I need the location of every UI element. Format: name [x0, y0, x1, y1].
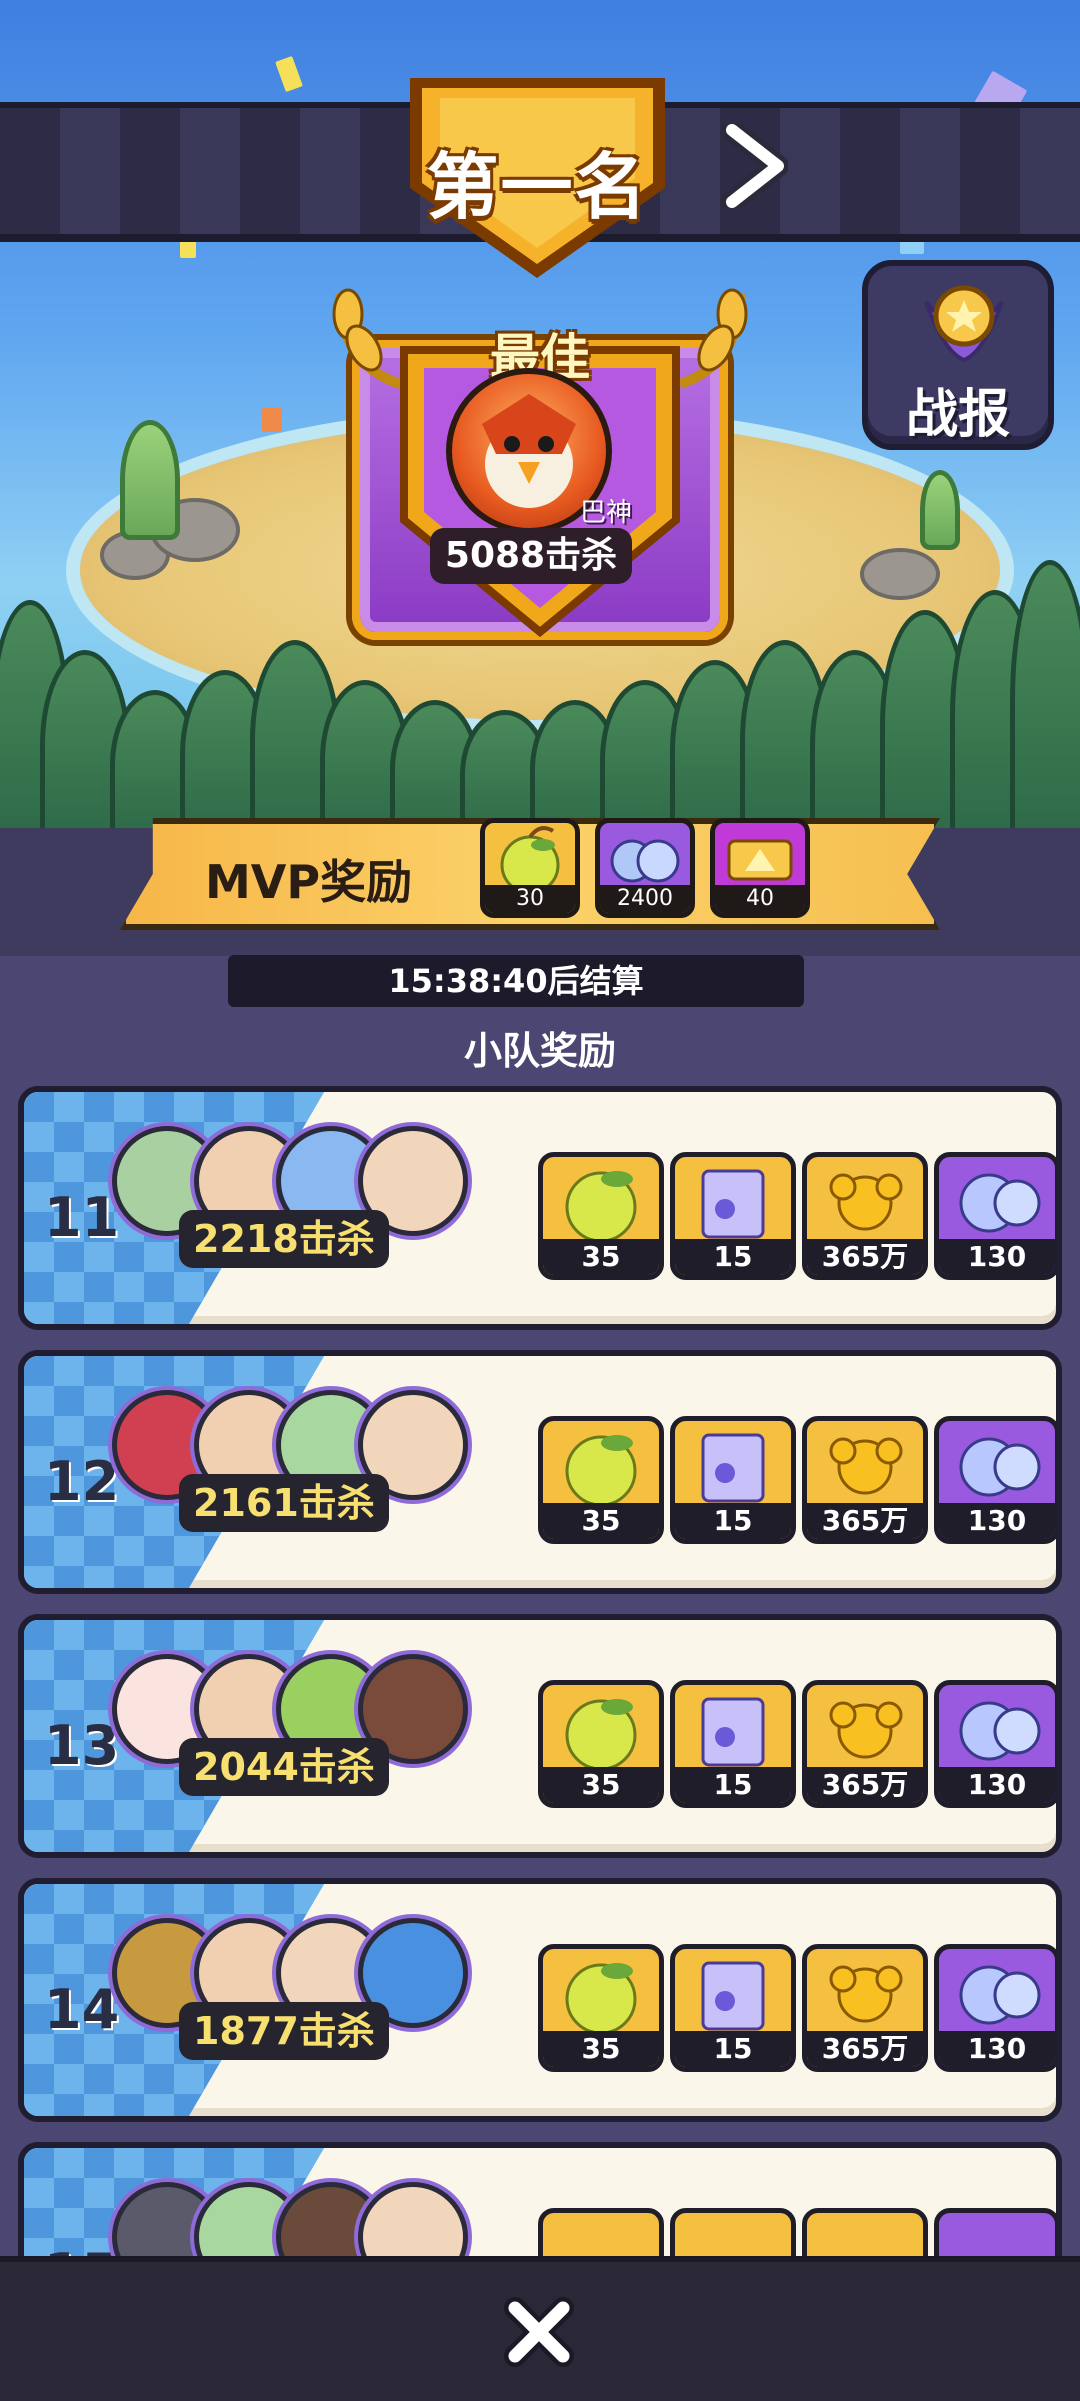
mystery-box-icon — [701, 1433, 765, 1503]
close-icon[interactable] — [503, 2296, 575, 2368]
rank-title: 第一名 — [426, 145, 649, 229]
reward-fruit[interactable]: 35 — [538, 1944, 664, 2072]
reward-box[interactable]: 15 — [670, 1680, 796, 1808]
fruit-icon — [565, 1171, 637, 1243]
reward-count: 365万 — [807, 1239, 923, 1275]
mvp-reward-count: 30 — [485, 885, 575, 913]
battle-report-label: 战报 — [905, 385, 1010, 445]
reward-count: 365万 — [807, 2031, 923, 2067]
reward-count: 130 — [939, 1503, 1055, 1539]
settlement-timer: 15:38:40后结算 — [228, 955, 804, 1007]
mystery-box-icon — [701, 1697, 765, 1767]
team-card[interactable]: 11 2218击杀 35 15 365万 130 — [18, 1086, 1062, 1330]
gold-candy-icon — [829, 1965, 903, 2023]
next-arrow-icon[interactable] — [718, 124, 788, 208]
reward-candy[interactable]: 365万 — [802, 1416, 928, 1544]
fruit-icon — [565, 1699, 637, 1771]
mystery-box-icon — [701, 1169, 765, 1239]
confetti — [275, 55, 303, 93]
reward-count: 15 — [675, 2031, 791, 2067]
battle-report-button[interactable]: 战报 — [862, 260, 1054, 450]
reward-candy[interactable]: 365万 — [802, 1680, 928, 1808]
reward-count: 35 — [543, 1239, 659, 1275]
reward-fruit[interactable]: 35 — [538, 1680, 664, 1808]
team-kills: 2044击杀 — [179, 1738, 389, 1796]
team-rank: 13 — [44, 1714, 120, 1777]
fruit-icon — [565, 1963, 637, 2035]
reward-count: 130 — [939, 1239, 1055, 1275]
reward-count: 365万 — [807, 1767, 923, 1803]
team-kills: 2218击杀 — [179, 1210, 389, 1268]
cactus — [920, 470, 960, 550]
reward-count: 365万 — [807, 1503, 923, 1539]
reward-capsule[interactable]: 130 — [934, 1416, 1056, 1544]
capsule-icon — [959, 1437, 1041, 1497]
bush — [1010, 560, 1080, 840]
capsule-icon — [959, 1701, 1041, 1761]
gold-candy-icon — [829, 1701, 903, 1759]
gold-candy-icon — [829, 1173, 903, 1231]
mvp-reward-orbs[interactable]: 2400 — [595, 818, 695, 918]
reward-count: 15 — [675, 1503, 791, 1539]
mvp-reward-ticket[interactable]: 40 — [710, 818, 810, 918]
reward-count: 15 — [675, 1767, 791, 1803]
reward-count: 15 — [675, 1239, 791, 1275]
reward-count: 35 — [543, 1767, 659, 1803]
reward-count: 35 — [543, 1503, 659, 1539]
team-card[interactable]: 14 1877击杀 35 15 365万 130 — [18, 1878, 1062, 2122]
team-reward-heading: 小队奖励 — [463, 1029, 616, 1073]
capsule-icon — [959, 1965, 1041, 2025]
reward-count: 130 — [939, 1767, 1055, 1803]
mystery-box-icon — [701, 1961, 765, 2031]
reward-candy[interactable]: 365万 — [802, 1944, 928, 2072]
mvp-reward-fruit[interactable]: 30 — [480, 818, 580, 918]
team-card[interactable]: 12 2161击杀 35 15 365万 130 — [18, 1350, 1062, 1594]
team-rank: 12 — [44, 1450, 120, 1513]
rock — [860, 548, 940, 600]
team-kills: 2161击杀 — [179, 1474, 389, 1532]
reward-fruit[interactable]: 35 — [538, 1416, 664, 1544]
reward-fruit[interactable]: 35 — [538, 1152, 664, 1280]
team-kills: 1877击杀 — [179, 2002, 389, 2060]
reward-box[interactable]: 15 — [670, 1416, 796, 1544]
reward-count: 130 — [939, 2031, 1055, 2067]
team-rank: 14 — [44, 1978, 120, 2041]
reward-capsule[interactable]: 130 — [934, 1152, 1056, 1280]
team-rank: 11 — [44, 1186, 120, 1249]
gold-candy-icon — [829, 1437, 903, 1495]
cactus — [120, 420, 180, 540]
mvp-reward-count: 40 — [715, 885, 805, 913]
mvp-reward-label: MVP奖励 — [205, 855, 413, 909]
confetti — [262, 408, 282, 432]
best-player-kills: 5088击杀 — [430, 528, 632, 584]
reward-box[interactable]: 15 — [670, 1944, 796, 2072]
fruit-icon — [565, 1435, 637, 1507]
capsule-icon — [959, 1173, 1041, 1233]
reward-count: 35 — [543, 2031, 659, 2067]
reward-box[interactable]: 15 — [670, 1152, 796, 1280]
reward-capsule[interactable]: 130 — [934, 1680, 1056, 1808]
medal-icon — [924, 285, 1004, 363]
best-player-name: 巴神 — [579, 498, 632, 528]
team-card[interactable]: 13 2044击杀 35 15 365万 130 — [18, 1614, 1062, 1858]
reward-capsule[interactable]: 130 — [934, 1944, 1056, 2072]
reward-candy[interactable]: 365万 — [802, 1152, 928, 1280]
mvp-reward-count: 2400 — [600, 885, 690, 913]
